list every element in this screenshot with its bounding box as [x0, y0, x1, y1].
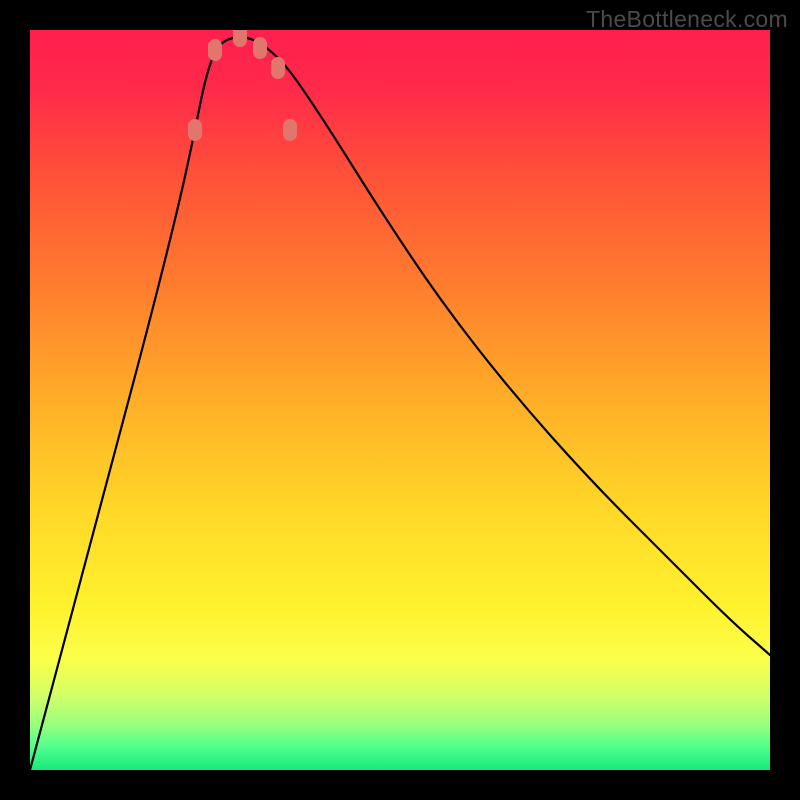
chart-frame [30, 30, 770, 770]
curve-marker [283, 119, 297, 141]
bottleneck-curve [30, 30, 770, 770]
watermark-text: TheBottleneck.com [586, 6, 788, 33]
curve-marker [208, 39, 222, 61]
curve-marker [188, 119, 202, 141]
curve-marker [253, 37, 267, 59]
curve-marker [233, 30, 247, 47]
curve-marker [271, 57, 285, 79]
